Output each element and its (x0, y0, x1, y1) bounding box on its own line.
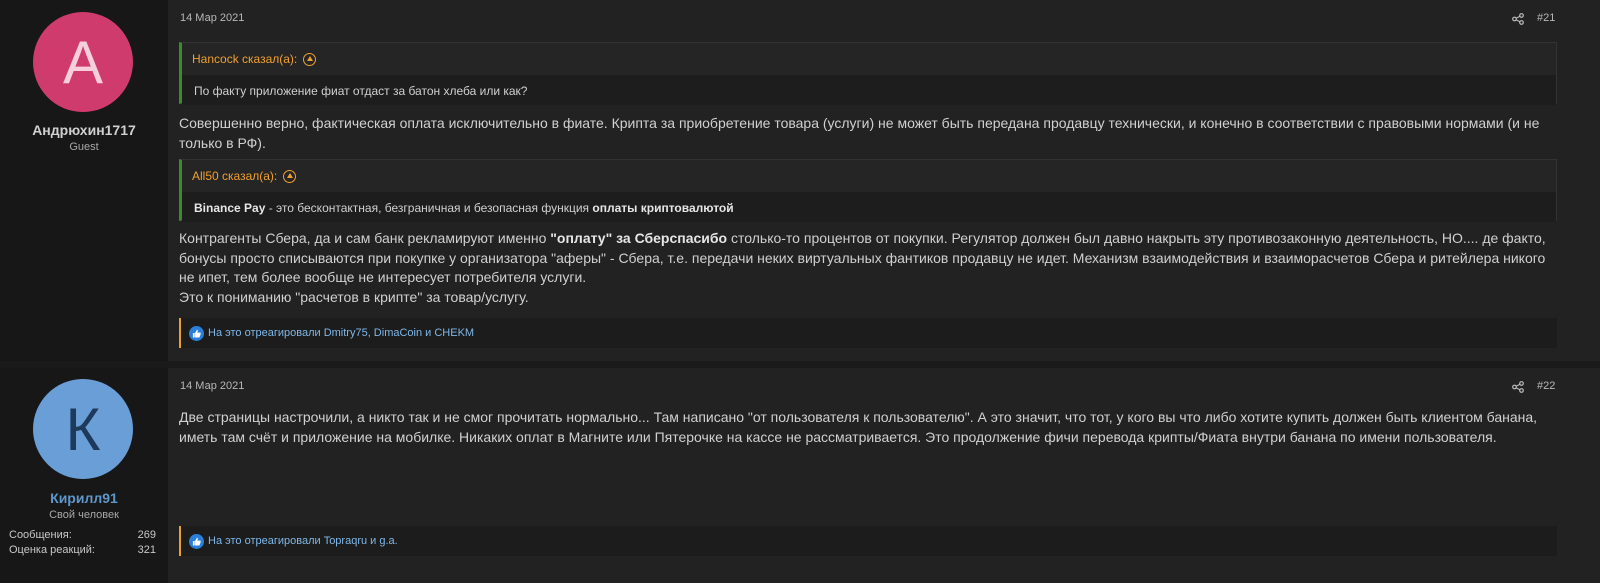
quote-author: All50 сказал(а): (192, 169, 278, 183)
post-text: Две страницы настрочили, а никто так и н… (179, 409, 1538, 445)
post-number[interactable]: #22 (1537, 380, 1555, 392)
quote-block: Hancock сказал(а): По факту приложение ф… (179, 42, 1557, 105)
stat-label-messages: Сообщения: (9, 529, 72, 541)
avatar[interactable]: А (33, 12, 133, 112)
quote-mid: - это бесконтактная, безграничная и безо… (265, 201, 593, 215)
user-title: Guest (69, 141, 99, 153)
user-column: К Кирилл91 Свой человек Сообщения: 269 О… (0, 368, 168, 583)
quote-header[interactable]: All50 сказал(а): (182, 160, 1556, 192)
reactions-bar: На это отреагировали Topraqru и g.a. (179, 526, 1557, 556)
reactions-bar: На это отреагировали Dmitry75, DimaCoin … (179, 318, 1557, 348)
stat-label-reactions: Оценка реакций: (9, 544, 95, 556)
stat-value-reactions: 321 (137, 544, 156, 556)
post-number[interactable]: #21 (1537, 12, 1555, 24)
quote-text: Binance Pay - это бесконтактная, безгран… (182, 192, 1556, 222)
like-icon (189, 533, 204, 549)
like-icon (189, 325, 204, 341)
jump-up-icon[interactable] (283, 169, 297, 183)
stat-value-messages[interactable]: 269 (138, 529, 156, 541)
quote-header[interactable]: Hancock сказал(а): (182, 43, 1556, 75)
avatar[interactable]: К (33, 379, 133, 479)
username[interactable]: Кирилл91 (0, 490, 168, 506)
post-text: Совершенно верно, фактическая оплата иск… (179, 115, 1540, 151)
avatar-initial: К (65, 395, 101, 463)
share-icon[interactable] (1512, 13, 1524, 25)
text-part: Контрагенты Сбера, да и сам банк реклами… (179, 230, 551, 246)
user-title: Свой человек (49, 509, 119, 521)
reactions-link[interactable]: На это отреагировали Topraqru и g.a. (208, 535, 398, 547)
post-date[interactable]: 14 Мар 2021 (180, 12, 244, 24)
text-bold: "оплату" за Сберспасибо (550, 230, 728, 246)
quote-block-2: All50 сказал(а): Binance Pay - это беско… (179, 159, 1557, 222)
reactions-link[interactable]: На это отреагировали Dmitry75, DimaCoin … (208, 327, 474, 339)
text-part: Это к пониманию "расчетов в крипте" за т… (179, 288, 529, 305)
post-22: К Кирилл91 Свой человек Сообщения: 269 О… (0, 368, 1600, 583)
quote-bold: оплаты криптовалютой (592, 201, 734, 215)
username[interactable]: Андрюхин1717 (0, 122, 168, 138)
post-date[interactable]: 14 Мар 2021 (180, 380, 244, 392)
quote-text: По факту приложение фиат отдаст за батон… (182, 75, 1556, 105)
share-icon[interactable] (1512, 381, 1524, 393)
post-21: А Андрюхин1717 Guest 14 Мар 2021 #21 Han… (0, 0, 1600, 361)
quote-author: Hancock сказал(а): (192, 52, 298, 66)
avatar-initial: А (62, 28, 104, 96)
jump-up-icon[interactable] (303, 52, 317, 66)
quote-bold: Binance Pay (194, 201, 266, 215)
post-text-2: Контрагенты Сбера, да и сам банк реклами… (179, 229, 1559, 307)
user-column: А Андрюхин1717 Guest (0, 0, 168, 361)
